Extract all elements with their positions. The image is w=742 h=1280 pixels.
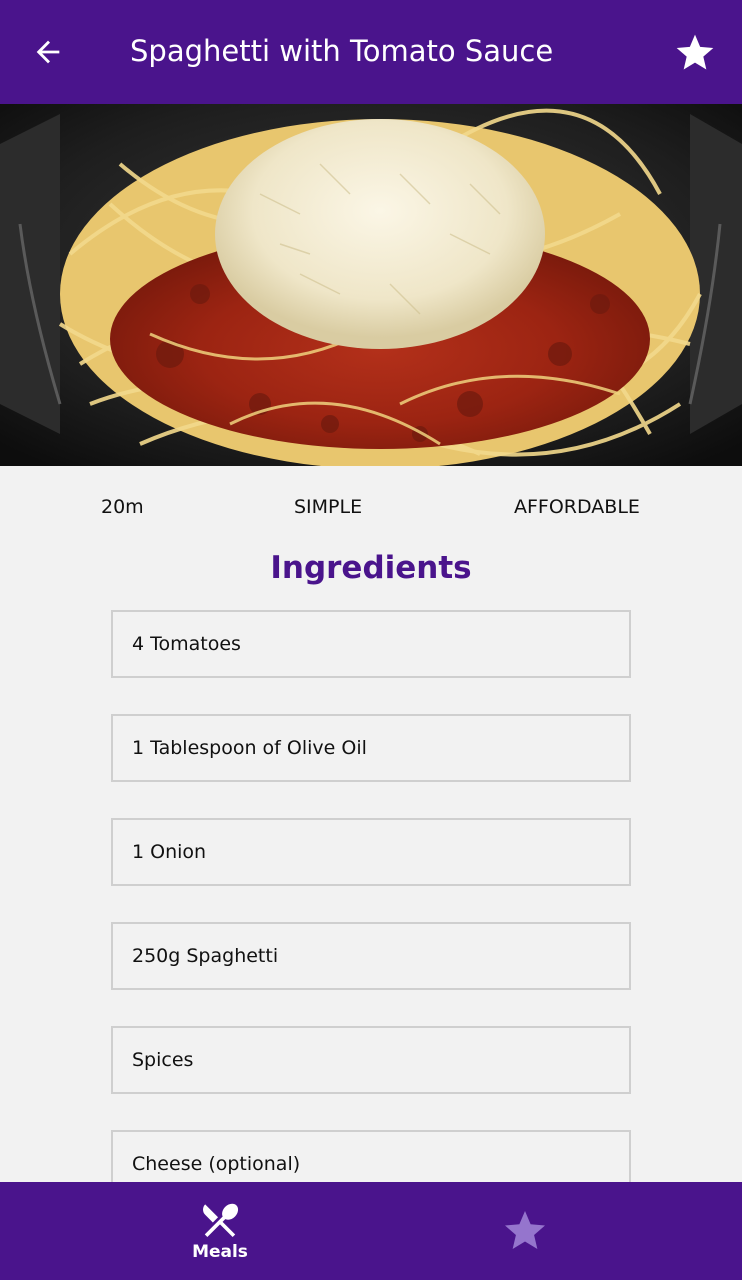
ingredient-item: 1 Tablespoon of Olive Oil [111, 714, 631, 782]
ingredients-heading: Ingredients [270, 550, 472, 586]
duration-label: 20m [101, 496, 144, 518]
bottom-navigation: Meals [0, 1182, 742, 1280]
favorite-toggle-button[interactable] [672, 30, 718, 76]
page-title: Spaghetti with Tomato Sauce [130, 34, 554, 68]
fork-knife-icon [203, 1203, 239, 1238]
star-icon [505, 1211, 545, 1249]
star-icon [676, 34, 714, 70]
affordability-label: AFFORDABLE [514, 496, 640, 518]
ingredient-item: 250g Spaghetti [111, 922, 631, 990]
nav-tab-meals-label: Meals [192, 1242, 248, 1262]
nav-tab-meals[interactable]: Meals [160, 1182, 280, 1280]
meal-image [0, 104, 742, 466]
meal-meta-row: 20m SIMPLE AFFORDABLE [0, 492, 742, 522]
complexity-label: SIMPLE [294, 496, 363, 518]
back-button[interactable] [28, 32, 68, 72]
ingredient-item: 4 Tomatoes [111, 610, 631, 678]
ingredient-item: Spices [111, 1026, 631, 1094]
arrow-left-icon [36, 40, 60, 64]
app-bar: Spaghetti with Tomato Sauce [0, 0, 742, 104]
ingredient-item: 1 Onion [111, 818, 631, 886]
nav-tab-favorites[interactable] [480, 1182, 570, 1280]
